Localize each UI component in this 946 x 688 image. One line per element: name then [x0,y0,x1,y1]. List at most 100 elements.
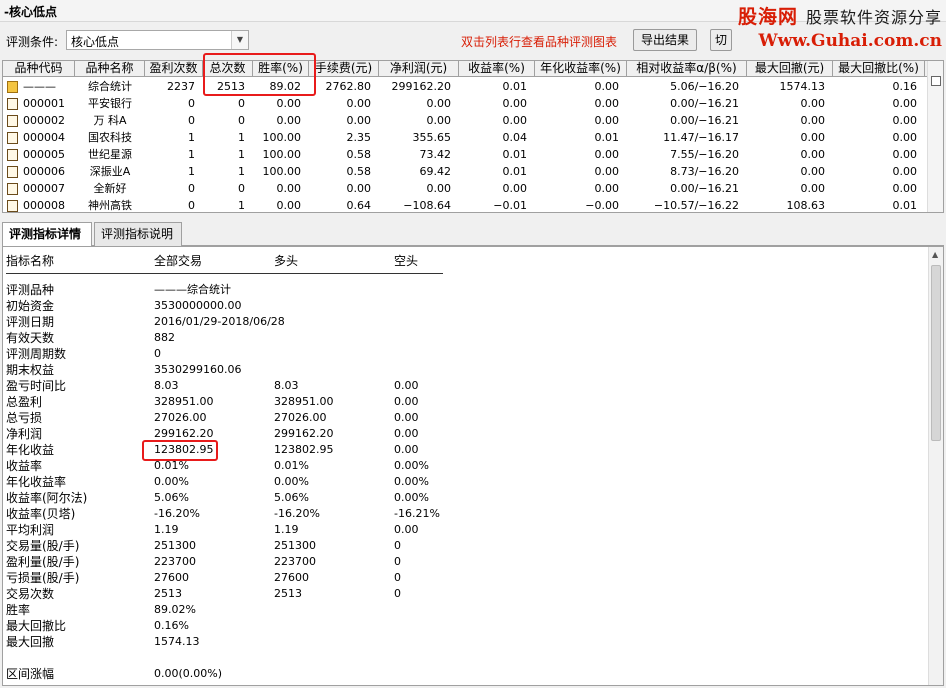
grid-header-col-code[interactable]: 品种代码 [3,61,75,77]
condition-select[interactable]: 核心低点 ▼ [66,30,249,50]
cell-profit: 299162.20 [391,80,452,93]
detail-cell-long: 27026.00 [274,411,327,424]
detail-row: 最大回撤比 0.16% [3,618,928,634]
detail-cell-name: 交易量(股/手) [6,539,80,553]
cell-return: 0.01 [502,80,528,93]
cell-total: 1 [238,165,245,178]
grid-header-col-name[interactable]: 品种名称 [75,61,145,77]
cell-drawdown: 0.00 [800,182,826,195]
grid-header-col-fee[interactable]: 手续费(元) [309,61,379,77]
cell-drawdown-ratio: 0.01 [892,199,918,212]
detail-row: 收益率 0.01% 0.01% 0.00% [3,458,928,474]
grid-header-col-alpha[interactable]: 相对收益率α/β(%) [627,61,747,77]
cell-drawdown-ratio: 0.00 [892,148,918,161]
detail-cell-short: 0.00 [394,411,419,424]
cell-return: 0.01 [502,148,528,161]
cell-alpha: 0.00/−16.21 [670,182,739,195]
cell-profit: 0.00 [426,97,452,110]
grid-header-col-drawdown[interactable]: 最大回撤(元) [747,61,833,77]
detail-cell-all: 0.00(0.00%) [154,667,223,680]
scroll-up-icon[interactable]: ▲ [932,250,938,259]
table-row[interactable]: 000007 全新好 0 0 0.00 0.00 0.00 0.00 0.00 0.00/−16.… [3,180,928,197]
grid-header-col-drawdown-ratio[interactable]: 最大回撤比(%) [833,61,925,77]
detail-cell-name: 最大回撤 [6,635,55,649]
cell-return: 0.00 [502,97,528,110]
table-row[interactable]: ——— 综合统计 2237 2513 89.02 2762.80 299162.20 0.01… [3,78,928,95]
cell-rate: 0.00 [276,97,302,110]
cell-name: 全新好 [93,182,127,195]
table-row[interactable]: 000006 深振业A 1 1 100.00 0.58 69.42 0.01 0.00 8.73/… [3,163,928,180]
cell-name: 万 科A [93,114,127,127]
detail-row: 最大回撤 1574.13 [3,634,928,650]
detail-cell-short: 0.00 [394,395,419,408]
detail-cell-name: 净利润 [6,427,43,441]
detail-row: 期末权益 3530299160.06 [3,362,928,378]
detail-row: 区间涨幅 0.00(0.00%) [3,666,928,682]
results-grid[interactable]: 品种代码 品种名称 盈利次数 总次数 胜率(%) 手续费(元) 净利润(元) 收益率(%) 年化… [2,60,944,213]
cell-code: 000002 [23,114,65,127]
cell-profit: 0.00 [426,114,452,127]
detail-cell-name: 年化收益率 [6,475,67,489]
watermark-line1: 股海网 股票软件资源分享 [738,2,942,29]
grid-header-col-win[interactable]: 盈利次数 [145,61,203,77]
cell-win: 1 [188,131,195,144]
cell-fee: 0.58 [346,165,372,178]
watermark-brand: 股海网 [737,6,798,28]
detail-row: 初始资金 3530000000.00 [3,298,928,314]
detail-row: 总亏损 27026.00 27026.00 0.00 [3,410,928,426]
detail-cell-short: 0.00 [394,427,419,440]
toolbar-extra-button[interactable]: 切 [710,29,732,51]
chevron-down-icon[interactable]: ▼ [231,31,248,49]
detail-cell-name: 亏损量(股/手) [6,571,80,585]
cell-rate: 0.00 [276,182,302,195]
grid-header-col-annual[interactable]: 年化收益率(%) [535,61,627,77]
checkbox-icon [931,76,941,86]
tab-bar: 评测指标详情 评测指标说明 [2,222,944,247]
tab-explanation[interactable]: 评测指标说明 [94,222,182,246]
detail-cell-name: 交易次数 [6,587,55,601]
detail-cell-all: 27026.00 [154,411,207,424]
detail-scrollbar[interactable]: ▲ [928,247,943,685]
detail-cell-all: 8.03 [154,379,179,392]
detail-cell-all: 5.06% [154,491,189,504]
detail-cell-name: 收益率(阿尔法) [6,491,88,505]
table-row[interactable]: 000004 国农科技 1 1 100.00 2.35 355.65 0.04 0.01 11.4… [3,129,928,146]
cell-annual: 0.00 [594,97,620,110]
hint-text: 双击列表行查看品种评测图表 [461,35,618,49]
detail-row: 收益率(阿尔法) 5.06% 5.06% 0.00% [3,490,928,506]
table-row[interactable]: 000002 万 科A 0 0 0.00 0.00 0.00 0.00 0.00 0.00/−16… [3,112,928,129]
detail-cell-all: 2016/01/29-2018/06/28 [154,315,285,328]
detail-cell-long: 0.01% [274,459,309,472]
grid-header-col-profit[interactable]: 净利润(元) [379,61,459,77]
cell-win: 0 [188,114,195,127]
cell-fee: 0.00 [346,182,372,195]
detail-cell-name: 评测品种 [6,283,55,297]
table-row[interactable]: 000001 平安银行 0 0 0.00 0.00 0.00 0.00 0.00 0.00/−16… [3,95,928,112]
grid-header-col-return[interactable]: 收益率(%) [459,61,535,77]
grid-scrollbar[interactable] [927,61,943,212]
condition-value: 核心低点 [71,35,120,49]
document-icon [7,183,18,195]
scroll-thumb[interactable] [931,265,941,441]
grid-header: 品种代码 品种名称 盈利次数 总次数 胜率(%) 手续费(元) 净利润(元) 收益率(%) 年化… [3,61,928,77]
detail-cell-long: 1.19 [274,523,299,536]
detail-row: 胜率 89.02% [3,602,928,618]
table-row[interactable]: 000005 世纪星源 1 1 100.00 0.58 73.42 0.01 0.00 7.55/… [3,146,928,163]
cell-profit: 69.42 [419,165,452,178]
tab-detail[interactable]: 评测指标详情 [2,222,92,247]
detail-row [3,650,928,666]
cell-drawdown-ratio: 0.00 [892,97,918,110]
export-button[interactable]: 导出结果 [633,29,697,51]
cell-total: 1 [238,148,245,161]
table-row[interactable]: 000008 神州高铁 0 1 0.00 0.64 −108.64 −0.01 −0.00 −10… [3,197,928,212]
cell-code: 000001 [23,97,65,110]
detail-cell-name: 最大回撤比 [6,619,67,633]
cell-return: 0.00 [502,114,528,127]
detail-cell-long: 251300 [274,539,316,552]
cell-drawdown-ratio: 0.00 [892,182,918,195]
cell-drawdown-ratio: 0.00 [892,114,918,127]
cell-drawdown: 108.63 [786,199,826,212]
detail-cell-short: 0.00% [394,491,429,504]
detail-cell-name: 期末权益 [6,363,55,377]
detail-cell-long: 123802.95 [274,443,334,456]
